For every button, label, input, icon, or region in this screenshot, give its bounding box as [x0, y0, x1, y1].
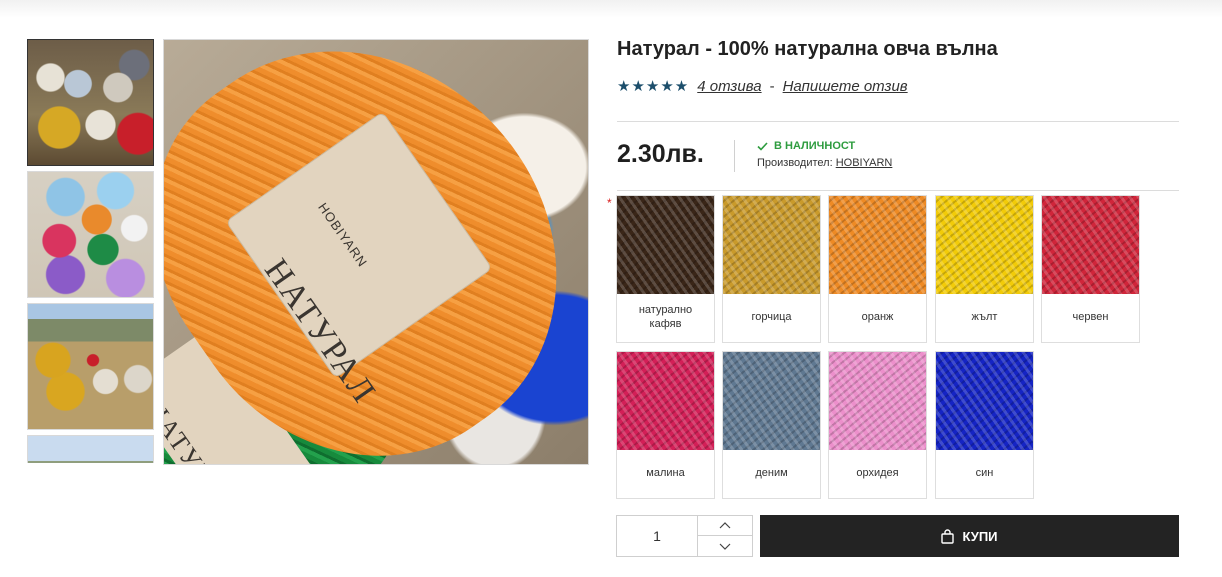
- color-swatch-image: [617, 196, 714, 294]
- stock-status: В НАЛИЧНОСТ: [757, 140, 855, 152]
- color-swatch-image: [829, 196, 926, 294]
- rating-separator: -: [769, 77, 775, 95]
- color-swatch-image: [936, 196, 1033, 294]
- buy-button-label: КУПИ: [962, 528, 998, 544]
- stock-status-text: В НАЛИЧНОСТ: [774, 140, 856, 152]
- color-option-blue[interactable]: син: [935, 351, 1034, 499]
- color-option-label: натурално кафяв: [638, 304, 693, 330]
- color-option-label: син: [975, 467, 994, 480]
- shopping-bag-icon: [941, 528, 955, 544]
- quantity-increase-button[interactable]: [698, 516, 752, 536]
- color-option-label: червен: [1072, 311, 1109, 324]
- reviews-link[interactable]: 4 отзива: [697, 78, 761, 95]
- green-label-text: НАТУРАЛ: [163, 395, 240, 465]
- color-swatch-image: [723, 352, 820, 450]
- price-divider: [734, 140, 735, 172]
- color-swatch-image: [936, 352, 1033, 450]
- color-swatch-image: [1042, 196, 1139, 294]
- quantity-input[interactable]: [617, 516, 697, 556]
- check-icon: [757, 141, 768, 151]
- top-bar: [0, 0, 1222, 18]
- rating-row: ★★★★★ 4 отзива - Напишете отзив: [617, 76, 908, 96]
- thumbnail-strip[interactable]: [27, 39, 154, 463]
- manufacturer: Производител: HOBIYARN: [757, 157, 892, 169]
- color-option-natural-brown[interactable]: натурално кафяв: [616, 195, 715, 343]
- color-swatch-image: [829, 352, 926, 450]
- color-swatch-image: [617, 352, 714, 450]
- color-option-raspberry[interactable]: малина: [616, 351, 715, 499]
- color-option-red[interactable]: червен: [1041, 195, 1140, 343]
- write-review-link[interactable]: Напишете отзив: [783, 78, 908, 95]
- buy-button[interactable]: КУПИ: [760, 515, 1179, 557]
- color-option-denim[interactable]: деним: [722, 351, 821, 499]
- color-option-label: деним: [755, 467, 788, 480]
- chevron-down-icon: [719, 543, 731, 550]
- orange-label-brand: HOBIYARN: [315, 199, 371, 270]
- color-option-orange[interactable]: оранж: [828, 195, 927, 343]
- color-option-label: малина: [646, 467, 685, 480]
- color-option-mustard[interactable]: горчица: [722, 195, 821, 343]
- color-option-label: оранж: [861, 311, 894, 324]
- color-swatch-image: [723, 196, 820, 294]
- quantity-decrease-button[interactable]: [698, 536, 752, 556]
- thumbnail-image: [28, 172, 153, 297]
- star-rating-icon: ★★★★★: [617, 78, 690, 95]
- color-option-yellow[interactable]: жълт: [935, 195, 1034, 343]
- chevron-up-icon: [719, 522, 731, 529]
- thumbnail-1[interactable]: [27, 39, 154, 166]
- thumbnail-4[interactable]: [27, 435, 154, 463]
- required-mark: *: [607, 196, 612, 210]
- thumbnail-3[interactable]: [27, 303, 154, 430]
- product-title: Натурал - 100% натурална овча вълна: [617, 38, 998, 60]
- manufacturer-label: Производител:: [757, 157, 833, 169]
- thumbnail-2[interactable]: [27, 171, 154, 298]
- thumbnail-image: [28, 40, 153, 165]
- color-option-label: жълт: [971, 311, 998, 324]
- thumbnail-image: [28, 304, 153, 429]
- product-price: 2.30лв.: [617, 140, 704, 168]
- color-option-label: горчица: [751, 311, 792, 324]
- thumbnail-image: [28, 436, 153, 463]
- main-product-image[interactable]: НАТУРАЛ НАТУРАЛ HOBIYARN: [163, 39, 589, 465]
- divider: [617, 190, 1179, 191]
- color-option-label: орхидея: [856, 467, 899, 480]
- manufacturer-link[interactable]: HOBIYARN: [836, 157, 893, 169]
- divider: [617, 121, 1179, 122]
- quantity-stepper[interactable]: [616, 515, 753, 557]
- color-option-orchid[interactable]: орхидея: [828, 351, 927, 499]
